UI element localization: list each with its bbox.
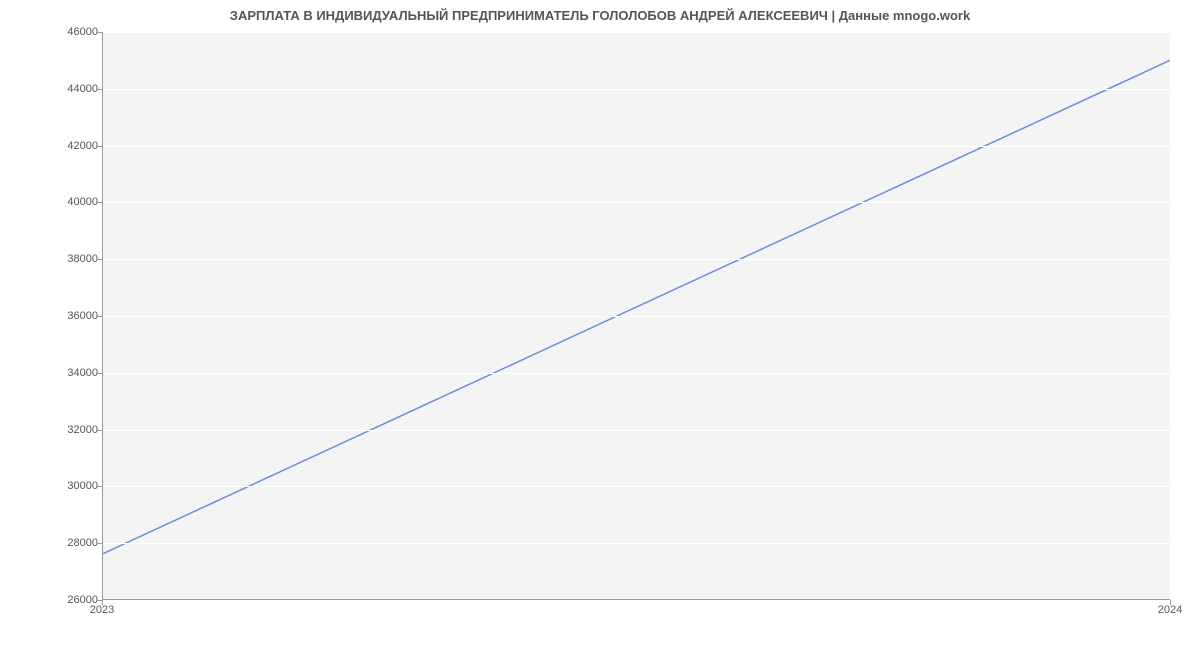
x-tick-mark — [1170, 600, 1171, 605]
gridline — [103, 543, 1170, 544]
y-tick-label: 28000 — [48, 537, 98, 549]
gridline — [103, 486, 1170, 487]
y-tick-label: 42000 — [48, 140, 98, 152]
gridline — [103, 89, 1170, 90]
y-tick-mark — [97, 543, 102, 544]
gridline — [103, 146, 1170, 147]
y-tick-label: 32000 — [48, 424, 98, 436]
y-tick-mark — [97, 89, 102, 90]
gridline — [103, 32, 1170, 33]
gridline — [103, 316, 1170, 317]
chart-title: ЗАРПЛАТА В ИНДИВИДУАЛЬНЫЙ ПРЕДПРИНИМАТЕЛ… — [0, 8, 1200, 23]
y-tick-label: 46000 — [48, 26, 98, 38]
x-tick-mark — [102, 600, 103, 605]
y-tick-label: 36000 — [48, 310, 98, 322]
y-tick-mark — [97, 316, 102, 317]
y-tick-mark — [97, 202, 102, 203]
y-tick-mark — [97, 486, 102, 487]
gridline — [103, 259, 1170, 260]
y-tick-label: 40000 — [48, 196, 98, 208]
y-tick-label: 34000 — [48, 367, 98, 379]
y-tick-label: 44000 — [48, 83, 98, 95]
gridline — [103, 373, 1170, 374]
y-tick-label: 30000 — [48, 480, 98, 492]
y-tick-mark — [97, 430, 102, 431]
chart-container: ЗАРПЛАТА В ИНДИВИДУАЛЬНЫЙ ПРЕДПРИНИМАТЕЛ… — [0, 0, 1200, 650]
plot-area — [102, 32, 1170, 600]
y-tick-mark — [97, 146, 102, 147]
x-tick-label: 2024 — [1158, 604, 1182, 616]
y-tick-label: 38000 — [48, 253, 98, 265]
gridline — [103, 202, 1170, 203]
x-tick-label: 2023 — [90, 604, 114, 616]
y-tick-mark — [97, 259, 102, 260]
gridline — [103, 430, 1170, 431]
y-tick-mark — [97, 373, 102, 374]
gridline — [103, 600, 1170, 601]
y-tick-mark — [97, 32, 102, 33]
